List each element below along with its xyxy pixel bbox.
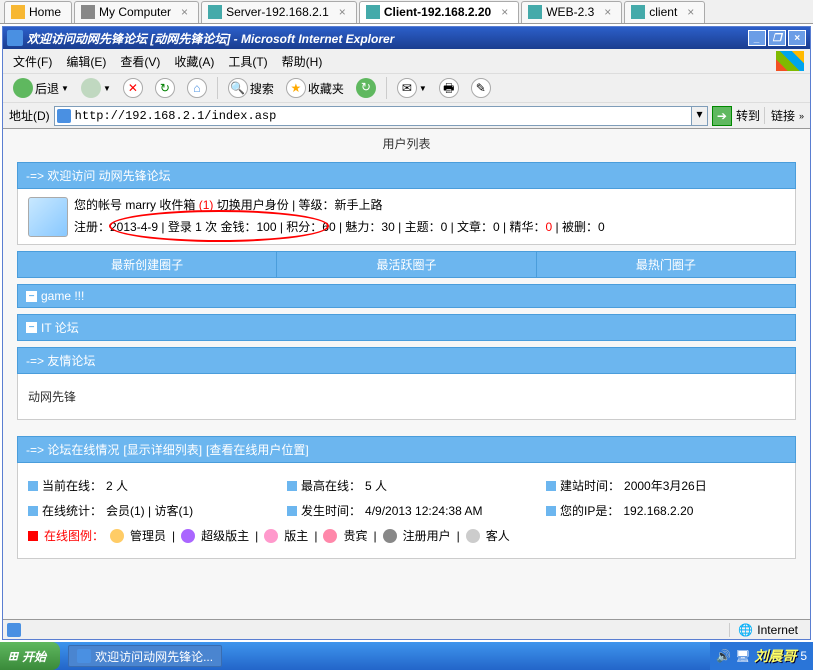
tab-close-icon[interactable]: × [339,5,346,19]
menu-view[interactable]: 查看(V) [116,51,164,72]
menu-file[interactable]: 文件(F) [9,51,56,72]
user-info: 您的帐号 marry 收件箱 (1) 切换用户身份 | 等级：新手上路 注册：2… [74,195,605,238]
internet-zone-icon: 🌐 [738,623,753,637]
status-zone: Internet [757,623,798,637]
refresh-button[interactable]: ↻ [151,76,179,100]
maximize-button[interactable]: ❐ [768,30,786,46]
edit-button[interactable]: ✎ [467,76,495,100]
user-level: 新手上路 [335,198,383,212]
max-online: 5 人 [365,477,387,494]
start-button[interactable]: ⊞开始 [0,642,60,670]
friend-body: 动网先锋 [17,374,796,420]
user-list-link[interactable]: 用户列表 [3,129,810,158]
welcome-header: -=> 欢迎访问 动网先锋论坛 [17,162,796,189]
menu-edit[interactable]: 编辑(E) [62,51,110,72]
vm-tab-bar: Home My Computer× Server-192.168.2.1× Cl… [0,0,813,24]
windows-start-icon: ⊞ [8,649,18,663]
online-breakdown: 会员(1) | 访客(1) [106,502,193,519]
online-header: -=> 论坛在线情况 [显示详细列表] [查看在线用户位置] [17,436,796,463]
your-ip: 192.168.2.20 [623,504,693,518]
tray-icon[interactable]: 🖥 [735,649,750,663]
circle-tabs: 最新创建圈子 最活跃圈子 最热门圈子 [17,251,796,278]
menu-bar: 文件(F) 编辑(E) 查看(V) 收藏(A) 工具(T) 帮助(H) [3,49,810,73]
vm-tab-mycomputer[interactable]: My Computer× [74,1,199,23]
minimize-button[interactable]: _ [748,30,766,46]
system-tray[interactable]: 🔊 🖥 刘晨哥 5 [710,642,813,670]
menu-help[interactable]: 帮助(H) [278,51,327,72]
user-panel: 您的帐号 marry 收件箱 (1) 切换用户身份 | 等级：新手上路 注册：2… [17,189,796,245]
stop-button[interactable]: ✕ [119,76,147,100]
window-title: 欢迎访问动网先锋论坛 [动网先锋论坛] - Microsoft Internet… [27,30,394,47]
smod-icon [181,529,195,543]
forward-button[interactable]: ▼ [77,76,115,100]
show-location-link[interactable]: [查看在线用户位置] [206,441,309,458]
avatar [28,197,68,237]
title-bar: 欢迎访问动网先锋论坛 [动网先锋论坛] - Microsoft Internet… [3,27,810,49]
site-since: 2000年3月26日 [624,477,707,494]
tab-hot-circle[interactable]: 最热门圈子 [537,252,795,277]
online-stats: 当前在线：2 人 最高在线：5 人 建站时间：2000年3月26日 在线统计：会… [17,463,796,559]
favorites-button[interactable]: ★收藏夹 [282,76,348,100]
print-button[interactable]: 🖶 [435,76,463,100]
vm-tab-client[interactable]: Client-192.168.2.20× [359,1,519,23]
switch-user-link[interactable]: 切换用户身份 [217,198,289,212]
account-name[interactable]: marry [125,198,156,212]
collapse-icon[interactable]: − [26,291,37,302]
ie-window: 欢迎访问动网先锋论坛 [动网先锋论坛] - Microsoft Internet… [2,26,811,640]
show-detail-link[interactable]: [显示详细列表] [123,441,202,458]
windows-logo-icon [776,51,804,71]
address-bar: 地址(D) ▾ ➔ 转到 链接 » [3,103,810,129]
menu-tools[interactable]: 工具(T) [224,51,271,72]
vip-icon [323,529,337,543]
mail-button[interactable]: ✉▼ [393,76,431,100]
ie-icon [77,649,91,663]
go-label[interactable]: 转到 [736,107,760,124]
guest-icon [466,529,480,543]
tray-icon[interactable]: 🔊 [716,649,731,663]
status-bar: 🌐 Internet [3,619,810,639]
page-content: 用户列表 -=> 欢迎访问 动网先锋论坛 您的帐号 marry 收件箱 (1) … [3,129,810,619]
tab-newest-circle[interactable]: 最新创建圈子 [18,252,277,277]
tab-close-icon[interactable]: × [687,5,694,19]
username-badge: 刘晨哥 [754,646,796,666]
links-expand-icon[interactable]: » [799,111,804,121]
go-button[interactable]: ➔ [712,106,732,126]
admin-icon [110,529,124,543]
address-input[interactable] [54,106,692,126]
user-icon [383,529,397,543]
taskbar-app[interactable]: 欢迎访问动网先锋论... [68,645,222,667]
section-game[interactable]: −game !!! [17,284,796,308]
back-button[interactable]: 后退▼ [9,76,73,100]
vm-tab-client2[interactable]: client× [624,1,705,23]
search-button[interactable]: 🔍搜索 [224,76,278,100]
tray-time: 5 [800,649,807,663]
tab-active-circle[interactable]: 最活跃圈子 [277,252,536,277]
ie-status-icon [7,623,21,637]
taskbar: ⊞开始 欢迎访问动网先锋论... 🔊 🖥 刘晨哥 5 [0,642,813,670]
user-stats: 注册：2013-4-9 | 登录 1 次 金钱：100 | 积分：60 | 魅力… [74,220,546,234]
links-label[interactable]: 链接 [764,107,795,124]
address-dropdown-icon[interactable]: ▾ [692,106,708,126]
tab-close-icon[interactable]: × [604,5,611,19]
section-it[interactable]: −IT 论坛 [17,314,796,341]
toolbar: 后退▼ ▼ ✕ ↻ ⌂ 🔍搜索 ★收藏夹 ↻ ✉▼ 🖶 ✎ [3,73,810,103]
ie-icon [7,30,23,46]
vm-tab-home[interactable]: Home [4,1,72,23]
event-time: 4/9/2013 12:24:38 AM [365,504,482,518]
menu-favorites[interactable]: 收藏(A) [170,51,218,72]
home-button[interactable]: ⌂ [183,76,211,100]
address-label: 地址(D) [9,107,50,124]
section-friend[interactable]: -=> 友情论坛 [17,347,796,374]
collapse-icon[interactable]: − [26,322,37,333]
current-online: 2 人 [106,477,128,494]
mod-icon [264,529,278,543]
history-button[interactable]: ↻ [352,76,380,100]
vm-tab-server[interactable]: Server-192.168.2.1× [201,1,357,23]
close-button[interactable]: × [788,30,806,46]
tab-close-icon[interactable]: × [181,5,188,19]
inbox-count[interactable]: (1) [199,198,214,212]
vm-tab-web[interactable]: WEB-2.3× [521,1,622,23]
tab-close-icon[interactable]: × [501,5,508,19]
